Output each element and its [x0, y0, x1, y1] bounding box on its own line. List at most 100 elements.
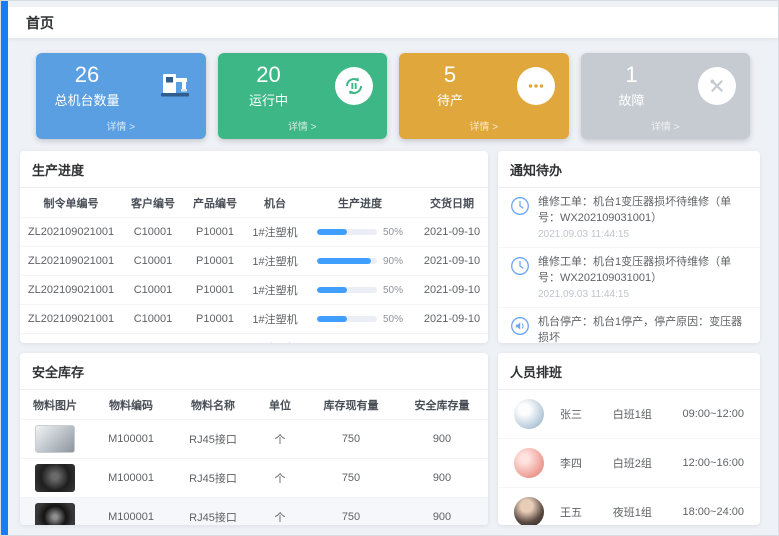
- progress-bar: [317, 258, 377, 264]
- waiting-detail-link[interactable]: 详情 >: [413, 118, 555, 133]
- cell-customer-no: C10001: [122, 218, 184, 247]
- person-name: 张三: [560, 406, 613, 422]
- notification-body: 机台停产：机台1停产，停产原因：变压器损坏 2021.09.03 11:44:1…: [538, 315, 748, 343]
- cell-machine: 1#注塑机: [246, 305, 304, 334]
- cell-order-no: ZL202109021001: [20, 247, 122, 276]
- list-item: 张三 白班1组 09:00~12:00: [498, 390, 760, 439]
- dashboard-main: 26 总机台数量 详情 >: [8, 53, 778, 525]
- cell-safety-qty: 900: [396, 498, 488, 526]
- progress-label: 90%: [383, 256, 403, 267]
- cell-safety-qty: 900: [396, 459, 488, 498]
- notifications-panel-title: 通知待办: [498, 151, 760, 188]
- speaker-photo: [35, 503, 75, 525]
- cell-delivery-date: 2021-09-10: [416, 247, 488, 276]
- cell-progress: 50%: [304, 305, 416, 334]
- rj45-photo: [35, 425, 75, 453]
- card-running-top: 20 运行中: [232, 63, 374, 109]
- fault-detail-link[interactable]: 详情 >: [595, 118, 737, 133]
- cell-order-no: ZL202109021001: [20, 276, 122, 305]
- cell-material-name: RJ45接口: [172, 420, 254, 459]
- cell-material-code: M100001: [90, 498, 172, 526]
- waiting-value: 5: [413, 63, 487, 87]
- cell-machine: 1#注塑机: [246, 218, 304, 247]
- safety-stock-panel-title: 安全库存: [20, 353, 488, 390]
- tab-home[interactable]: 首页: [20, 9, 60, 37]
- cell-customer-no: C10001: [122, 305, 184, 334]
- cell-unit: 个: [254, 498, 306, 526]
- cell-material-name: RJ45接口: [172, 459, 254, 498]
- inventory-header-row: 物料图片 物料编码 物料名称 单位 库存现有量 安全库存量: [20, 390, 488, 420]
- person-shift: 白班1组: [613, 406, 683, 422]
- cell-stock-qty: 750: [306, 420, 396, 459]
- cell-product-no: P10001: [184, 247, 246, 276]
- machine-icon: [158, 69, 192, 104]
- list-item[interactable]: 机台停产：机台1停产，停产原因：变压器损坏 2021.09.03 11:44:1…: [498, 308, 760, 343]
- cell-order-no: ZL202109021001: [20, 218, 122, 247]
- cell-unit: 个: [254, 459, 306, 498]
- progress-bar: [317, 229, 377, 235]
- cell-product-no: P10001: [184, 218, 246, 247]
- notification-text: 机台停产：机台1停产，停产原因：变压器损坏: [538, 315, 748, 343]
- person-name: 王五: [560, 504, 613, 520]
- table-row: M100001 RJ45接口 个 750 900: [20, 459, 488, 498]
- notification-body: 维修工单：机台1变压器损坏待维修（单号：WX202109031001） 2021…: [538, 195, 748, 240]
- production-header-row: 制令单编号 客户编号 产品编号 机台 生产进度 交货日期: [20, 188, 488, 218]
- col-customer-no: 客户编号: [122, 188, 184, 218]
- avatar: [514, 497, 544, 525]
- running-value: 20: [232, 63, 306, 87]
- person-shift: 白班2组: [613, 455, 683, 471]
- total-machines-detail-link[interactable]: 详情 >: [50, 118, 192, 133]
- person-shift: 夜班1组: [613, 504, 683, 520]
- ellipsis-icon: [517, 67, 555, 105]
- progress-label: 50%: [383, 227, 403, 238]
- card-running[interactable]: 20 运行中 详情 >: [218, 53, 388, 139]
- tools-icon: [698, 67, 736, 105]
- progress-label: 50%: [383, 343, 403, 344]
- card-fault[interactable]: 1 故障 详情 >: [581, 53, 751, 139]
- notification-time: 2021.09.03 11:44:15: [538, 289, 748, 300]
- stat-cards: 26 总机台数量 详情 >: [8, 53, 778, 139]
- cell-delivery-date: 2021-09-10: [416, 276, 488, 305]
- person-name: 李四: [560, 455, 613, 471]
- notification-body: 维修工单：机台1变压器损坏待维修（单号：WX202109031001） 2021…: [538, 255, 748, 300]
- cell-material-code: M100001: [90, 420, 172, 459]
- col-machine: 机台: [246, 188, 304, 218]
- list-item[interactable]: 维修工单：机台1变压器损坏待维修（单号：WX202109031001） 2021…: [498, 188, 760, 248]
- card-total-machines[interactable]: 26 总机台数量 详情 >: [36, 53, 206, 139]
- panel-personnel-schedule: 人员排班 张三 白班1组 09:00~12:00 李四 白班2组 12:00~1…: [498, 353, 760, 525]
- person-time: 12:00~16:00: [683, 457, 744, 469]
- card-waiting-info: 5 待产: [413, 63, 487, 109]
- table-row: ZL202109021001 C10001 P10001 1#注塑机 50% 2…: [20, 305, 488, 334]
- history-icon: [510, 255, 530, 300]
- col-product-no: 产品编号: [184, 188, 246, 218]
- card-total-machines-info: 26 总机台数量: [50, 63, 124, 109]
- list-item: 李四 白班2组 12:00~16:00: [498, 439, 760, 488]
- cell-product-no: P10001: [184, 305, 246, 334]
- table-row: M100001 RJ45接口 个 750 900: [20, 498, 488, 526]
- cell-order-no: ZL202109021001: [20, 305, 122, 334]
- history-icon: [510, 195, 530, 240]
- cell-product-no: P10001: [184, 334, 246, 344]
- cell-material-code: M100001: [90, 459, 172, 498]
- table-row: M100001 RJ45接口 个 750 900: [20, 420, 488, 459]
- table-row: ZL202109021001 C10001 P10001 1#注塑机 50% 2…: [20, 276, 488, 305]
- table-row: ZL202109021001 C10001 P10001 1#注塑机 50% 2…: [20, 218, 488, 247]
- col-unit: 单位: [254, 390, 306, 420]
- cell-progress: 50%: [304, 334, 416, 344]
- cell-stock-qty: 750: [306, 459, 396, 498]
- cell-machine: 1#注塑机: [246, 247, 304, 276]
- panel-production-progress: 生产进度 制令单编号 客户编号 产品编号 机台 生产进度 交货日期 ZL2021: [20, 151, 488, 343]
- col-delivery-date: 交货日期: [416, 188, 488, 218]
- col-safety-qty: 安全库存量: [396, 390, 488, 420]
- col-order-no: 制令单编号: [20, 188, 122, 218]
- speaker-icon: [510, 315, 530, 343]
- person-time: 09:00~12:00: [683, 408, 744, 420]
- list-item[interactable]: 维修工单：机台1变压器损坏待维修（单号：WX202109031001） 2021…: [498, 248, 760, 308]
- cell-progress: 90%: [304, 247, 416, 276]
- running-detail-link[interactable]: 详情 >: [232, 118, 374, 133]
- avatar: [514, 399, 544, 429]
- cell-customer-no: C10001: [122, 276, 184, 305]
- fault-label: 故障: [595, 90, 669, 109]
- card-waiting[interactable]: 5 待产 详情 >: [399, 53, 569, 139]
- total-machines-value: 26: [50, 63, 124, 87]
